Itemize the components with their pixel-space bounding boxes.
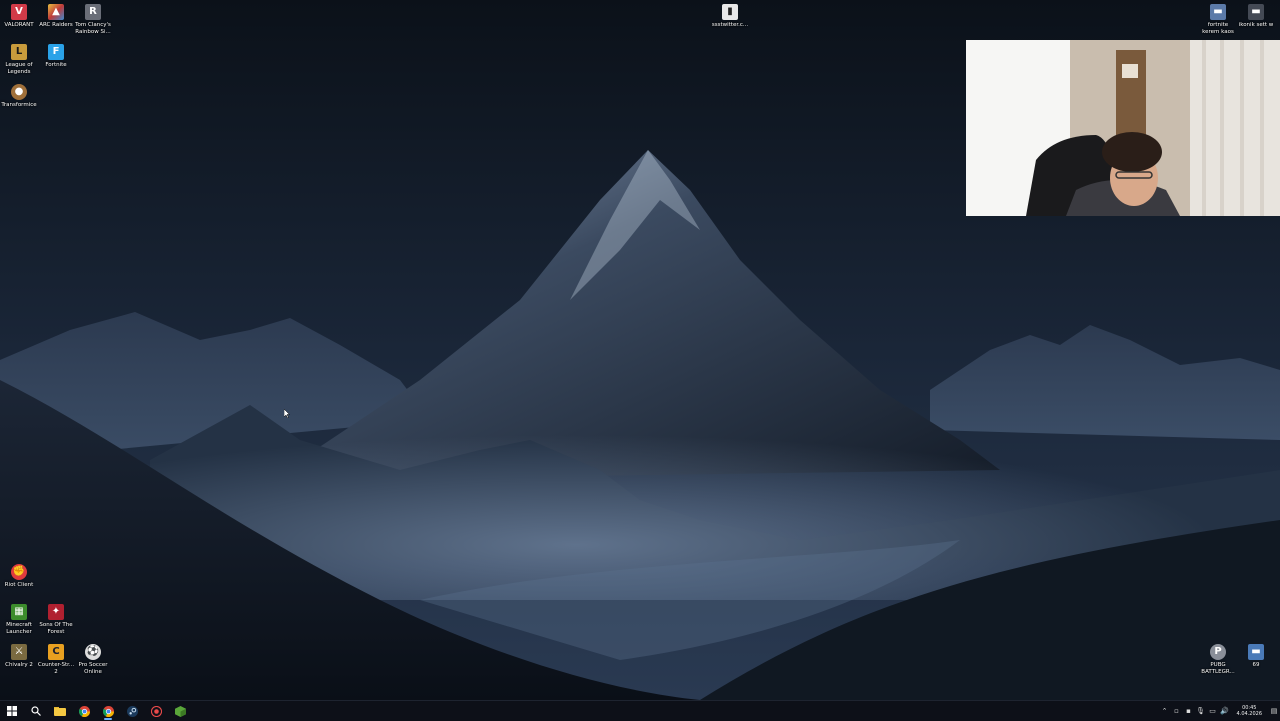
sons-of-the-forest-icon: ✦ (48, 604, 64, 620)
taskbar: ⌃ ▫ ▪ 🎙 ▭ 🔊 00:45 4.04.2026 ▤ (0, 700, 1280, 721)
start-button[interactable] (0, 701, 24, 721)
tray-app-icon[interactable]: ▫ (1171, 701, 1183, 721)
desktop-icon-label: League of Legends (5, 62, 33, 75)
chevron-up-icon[interactable]: ⌃ (1159, 701, 1171, 721)
desktop-icon-label: Fortnite (45, 62, 67, 68)
transformice-icon: ● (11, 84, 27, 100)
desktop-icon-rainbow-six[interactable]: R Tom Clancy's Rainbow Si... (74, 4, 112, 36)
arc-raiders-icon: ▲ (48, 4, 64, 20)
valorant-icon: V (11, 4, 27, 20)
rainbow-six-icon: R (85, 4, 101, 20)
image-file-icon: ▬ (1210, 4, 1226, 20)
desktop-icon-transformice[interactable]: ● Transformice (0, 84, 38, 109)
desktop-icon-arc-raiders[interactable]: ▲ ARC Raiders (37, 4, 75, 29)
desktop-icon-minecraft-launcher[interactable]: ▦ Minecraft Launcher (0, 604, 38, 636)
desktop-icon-league-of-legends[interactable]: L League of Legends (0, 44, 38, 76)
record-icon (150, 705, 162, 717)
desktop-icon-label: Transformice (1, 102, 37, 108)
desktop-icon-label: Sons Of The Forest (39, 622, 73, 635)
desktop-icon-label: Pro Soccer Online (78, 662, 108, 675)
counter-strike-icon: C (48, 644, 64, 660)
notification-icon[interactable]: ▤ (1268, 701, 1280, 721)
microphone-icon[interactable]: 🎙 (1195, 701, 1207, 721)
clock-date: 4.04.2026 (1236, 711, 1262, 717)
taskbar-search-button[interactable] (24, 701, 48, 721)
taskbar-clock[interactable]: 00:45 4.04.2026 (1231, 705, 1268, 717)
desktop-icon-label: Counter-Str... 2 (37, 662, 75, 675)
desktop-icon-ssstwitter[interactable]: ▮ ssstwitter.c... (711, 4, 749, 29)
minecraft-icon: ▦ (11, 604, 27, 620)
volume-icon[interactable]: 🔊 (1219, 701, 1231, 721)
pubg-icon: P (1210, 644, 1226, 660)
file-explorer-icon (54, 707, 66, 716)
taskbar-file-explorer[interactable] (48, 701, 72, 721)
image-file-icon: ▬ (1248, 644, 1264, 660)
taskbar-chrome[interactable] (72, 701, 96, 721)
desktop-icon-69[interactable]: ▬ 69 (1237, 644, 1275, 669)
webcam-feed (966, 40, 1280, 216)
desktop-icon-sons-of-the-forest[interactable]: ✦ Sons Of The Forest (37, 604, 75, 636)
image-file-icon: ▬ (1248, 4, 1264, 20)
chrome-icon (102, 705, 114, 717)
desktop-icon-fortnite[interactable]: F Fortnite (37, 44, 75, 69)
desktop-icon-label: VALORANT (4, 22, 34, 28)
desktop-icon-label: Tom Clancy's Rainbow Si... (75, 22, 111, 35)
riot-client-icon: ✊ (11, 564, 27, 580)
desktop-icon-label: ssstwitter.c... (711, 22, 749, 28)
chrome-icon (78, 705, 90, 717)
taskbar-recorder[interactable] (144, 701, 168, 721)
desktop-icon-pro-soccer-online[interactable]: ⚽ Pro Soccer Online (74, 644, 112, 676)
taskbar-minecraft[interactable] (168, 701, 192, 721)
desktop-icon-label: ARC Raiders (39, 22, 73, 28)
desktop-icon-label: 69 (1252, 662, 1260, 668)
league-of-legends-icon: L (11, 44, 27, 60)
desktop-icon-counter-strike-2[interactable]: C Counter-Str... 2 (37, 644, 75, 676)
taskbar-steam[interactable] (120, 701, 144, 721)
desktop-icon-chivalry-2[interactable]: ⚔ Chivalry 2 (0, 644, 38, 669)
steam-icon (126, 705, 138, 717)
desktop-icon-label: PUBG BATTLEGR... (1201, 662, 1235, 675)
tray-app-icon[interactable]: ▪ (1183, 701, 1195, 721)
fortnite-icon: F (48, 44, 64, 60)
mouse-cursor-icon (284, 409, 290, 418)
desktop-icon-riot-client[interactable]: ✊ Riot Client (0, 564, 38, 589)
chivalry-icon: ⚔ (11, 644, 27, 660)
system-tray: ⌃ ▫ ▪ 🎙 ▭ 🔊 00:45 4.04.2026 ▤ (1159, 701, 1280, 721)
minecraft-icon (174, 705, 186, 717)
webcam-overlay (966, 40, 1280, 216)
windows-start-icon (7, 706, 17, 716)
search-icon (31, 706, 41, 716)
desktop-icon-label: ikonik sett w (1238, 22, 1274, 28)
desktop-icon-label: Riot Client (4, 582, 34, 588)
soccer-ball-icon: ⚽ (85, 644, 101, 660)
desktop-icon-pubg[interactable]: P PUBG BATTLEGR... (1199, 644, 1237, 676)
network-icon[interactable]: ▭ (1207, 701, 1219, 721)
desktop-icon-label: fortnite kerem kaos (1202, 22, 1234, 35)
desktop-icon-label: Chivalry 2 (5, 662, 33, 668)
desktop-icon-ikonik-sett[interactable]: ▬ ikonik sett w (1237, 4, 1275, 29)
document-icon: ▮ (722, 4, 738, 20)
desktop-icon-valorant[interactable]: V VALORANT (0, 4, 38, 29)
desktop-icon-fortnite-kerem-kaos[interactable]: ▬ fortnite kerem kaos (1199, 4, 1237, 36)
desktop-icon-label: Minecraft Launcher (6, 622, 32, 635)
taskbar-chrome-active[interactable] (96, 701, 120, 721)
